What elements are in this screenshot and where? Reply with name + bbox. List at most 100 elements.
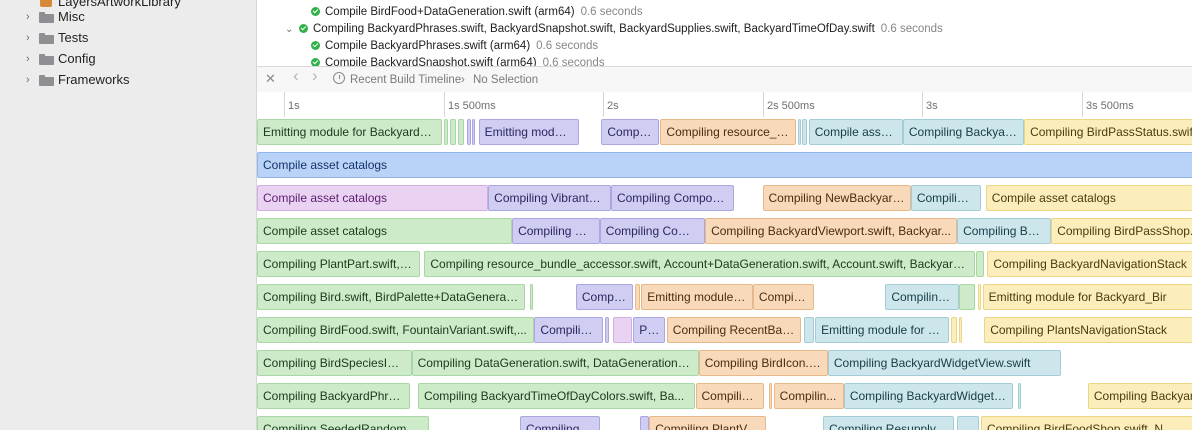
timeline-task-bar[interactable]: Compiling NewBackyard... (762, 185, 911, 211)
timeline-task-bar[interactable]: Compiling BackyardViewport.swift, Backya… (705, 218, 958, 244)
timeline-task-bar[interactable]: Compiling BirdFood.swift, FountainVarian… (257, 317, 535, 343)
timeline-task-bar[interactable]: Compiling PlantPart.swift, P... (257, 251, 420, 277)
navigator-item-misc[interactable]: › Misc (0, 7, 256, 28)
navigator-item-frameworks[interactable]: › Frameworks (0, 70, 256, 91)
timeline-task-bar[interactable] (957, 416, 980, 430)
timeline-task-bar[interactable]: Emitting modul... (478, 119, 580, 145)
timeline-task-bar[interactable] (958, 284, 975, 310)
timeline-task-bar[interactable] (976, 251, 985, 277)
timeline-task-bar[interactable] (457, 119, 465, 145)
log-line[interactable]: Compile BackyardPhrases.swift (arm64) 0.6… (311, 38, 598, 55)
timeline-task-bar[interactable]: Compiling... (695, 383, 765, 409)
timeline-task-bar[interactable]: Compiling resource_b... (660, 119, 796, 145)
timeline-task-bar[interactable]: Compiling resource_bundle_accessor.swift… (424, 251, 975, 277)
timeline-task-bar[interactable]: Compiling BirdPassShop.swift (1051, 218, 1192, 244)
success-check-icon (311, 41, 320, 50)
timeline-task-bar[interactable]: Pro... (633, 317, 666, 343)
folder-icon (39, 54, 54, 65)
timeline-task-bar[interactable]: Compile asset catalogs (985, 185, 1192, 211)
back-chevron-icon[interactable]: ‹ (293, 67, 299, 84)
forward-chevron-icon[interactable]: › (312, 67, 318, 84)
timeline-task-bar[interactable]: Compiling BackyardPhras... (257, 383, 410, 409)
log-line[interactable]: Compile BirdFood+DataGeneration.swift (a… (311, 4, 643, 21)
timeline-task-bar[interactable]: Compiling BackyardNavigationStack (987, 251, 1192, 277)
timeline-task-bar[interactable]: Compile asset catalogs (257, 185, 489, 211)
navigator-item-tests[interactable]: › Tests (0, 28, 256, 49)
package-icon (40, 0, 52, 7)
timeline-task-bar[interactable] (612, 317, 632, 343)
timeline-task-bar[interactable]: Compilin... (773, 383, 844, 409)
build-timeline-icon (333, 72, 345, 84)
timeline-task-bar[interactable] (1017, 383, 1021, 409)
timeline-task-bar[interactable]: Emitting module for Widg... (815, 317, 950, 343)
timeline-task-bar[interactable]: Compiling... (885, 284, 959, 310)
timeline-task-bar[interactable] (467, 119, 471, 145)
timeline-task-bar[interactable] (449, 119, 457, 145)
timeline-task-bar[interactable]: Compiling BirdFoodShop.swift, N (981, 416, 1192, 430)
timeline-task-bar[interactable]: Compiling BackyardWidgetView.swift (827, 350, 1061, 376)
timeline-task-bar[interactable] (803, 317, 814, 343)
ruler-tick (444, 92, 445, 117)
timeline-task-bar[interactable] (797, 119, 801, 145)
timeline-task-bar[interactable]: Emitting module for BackyardBi... (257, 119, 442, 145)
log-line[interactable]: ⌄ Compiling BackyardPhrases.swift, Backy… (285, 21, 943, 38)
ruler-tick-label: 3s (926, 100, 938, 112)
disclosure-chevron-icon[interactable]: › (26, 11, 36, 24)
timeline-task-bar[interactable]: Compiling SeededRandomGe... (257, 416, 430, 430)
close-icon[interactable]: ✕ (265, 71, 276, 87)
timeline-task-bar[interactable]: Compiling Fl... (512, 218, 600, 244)
timeline-task-bar[interactable]: Compiling... (520, 416, 600, 430)
timeline-task-bar[interactable]: Compiling BirdSpeciesInf... (257, 350, 412, 376)
disclosure-chevron-down-icon[interactable]: ⌄ (285, 21, 293, 38)
timeline-task-bar[interactable]: Compiling Bac... (957, 218, 1052, 244)
timeline-task-bar[interactable] (977, 284, 981, 310)
timeline-task-bar[interactable]: Compiling ResupplyBac... (823, 416, 954, 430)
ruler-tick-label: 3s 500ms (1086, 100, 1134, 112)
timeline-task-bar[interactable] (802, 119, 808, 145)
timeline-task-bar[interactable] (472, 119, 476, 145)
ruler-tick (603, 92, 604, 117)
timeline-task-bar[interactable] (604, 317, 610, 343)
timeline-task-bar[interactable]: Compilin... (534, 317, 603, 343)
timeline-task-bar[interactable]: Compil... (601, 119, 659, 145)
log-line-text: Compile BackyardPhrases.swift (arm64) (325, 40, 531, 52)
disclosure-chevron-icon[interactable]: › (26, 74, 36, 87)
timeline-task-bar[interactable]: Compiling Comp... (599, 218, 706, 244)
timeline-task-bar[interactable] (634, 284, 640, 310)
timeline-task-bar[interactable]: Compile asset catalogs (257, 152, 1192, 178)
timeline-task-bar[interactable]: Compiling Backyard... (902, 119, 1025, 145)
timeline-task-bar[interactable] (768, 383, 773, 409)
timeline-task-bar[interactable]: Compiling PlantsNavigationStack (984, 317, 1192, 343)
timeline-task-bar[interactable]: Compiling Compos... (610, 185, 734, 211)
timeline-task-bar[interactable]: Emitting module for Backyard_Bir (982, 284, 1192, 310)
timeline-task-bar[interactable]: Compiling RecentBack... (666, 317, 801, 343)
timeline-task-bar[interactable]: Compiling Backyar (1087, 383, 1192, 409)
timeline-task-bar[interactable]: Compili... (575, 284, 634, 310)
disclosure-chevron-icon[interactable]: › (26, 32, 36, 45)
timeline-task-bar[interactable]: Compiling BirdPassStatus.swift (1024, 119, 1192, 145)
timeline-task-bar[interactable] (529, 284, 533, 310)
timeline-task-bar[interactable] (443, 119, 449, 145)
timeline-task-bar[interactable]: Emitting module f... (641, 284, 753, 310)
timeline-task-bar[interactable]: Compiling Bird.swift, BirdPalette+DataGe… (257, 284, 525, 310)
timeline-task-bar[interactable]: Compiling PlantVie... (649, 416, 766, 430)
timeline-task-bar[interactable] (639, 416, 650, 430)
timeline-task-bar[interactable]: Compiling BirdIcon.s... (698, 350, 828, 376)
timeline-task-bar[interactable]: Compile asset catalogs (257, 218, 513, 244)
navigator-item-config[interactable]: › Config (0, 49, 256, 70)
ruler-tick (922, 92, 923, 117)
timeline-task-bar[interactable]: Compiling... (910, 185, 981, 211)
timeline-toolbar: ✕ ‹ › Recent Build Timeline › No Selecti… (257, 66, 1192, 93)
timeline-task-bar[interactable] (950, 317, 958, 343)
build-log: Compile BirdFood+DataGeneration.swift (a… (257, 0, 1192, 70)
timeline-task-bar[interactable] (958, 317, 962, 343)
breadcrumb-selection[interactable]: No Selection (473, 72, 538, 88)
breadcrumb-recent-build-timeline[interactable]: Recent Build Timeline (350, 72, 461, 88)
disclosure-chevron-icon[interactable]: › (26, 53, 36, 66)
timeline-task-bar[interactable]: Compiling VibrantB... (488, 185, 611, 211)
timeline-task-bar[interactable]: Compiling DataGeneration.swift, DataGene… (411, 350, 699, 376)
timeline-task-bar[interactable]: Compili... (752, 284, 814, 310)
timeline-task-bar[interactable]: Compiling BackyardWidgetI... (843, 383, 1013, 409)
timeline-task-bar[interactable]: Compile asset... (808, 119, 903, 145)
timeline-task-bar[interactable]: Compiling BackyardTimeOfDayColors.swift,… (417, 383, 696, 409)
